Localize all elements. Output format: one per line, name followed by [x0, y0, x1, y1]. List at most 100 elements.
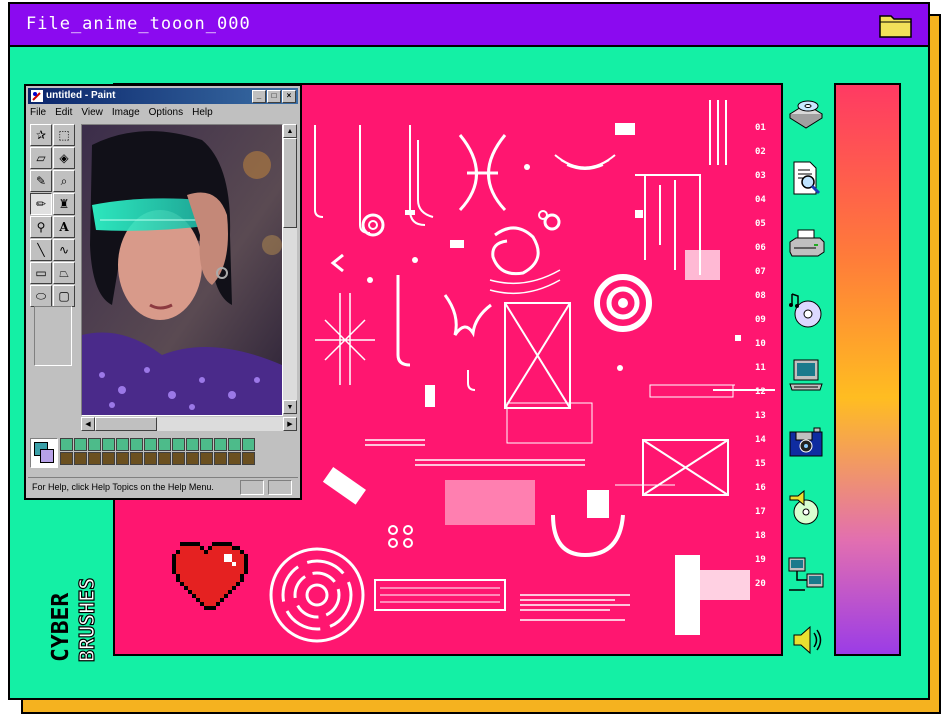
- status-cell-size: [268, 480, 292, 495]
- menu-bar: File Edit View Image Options Help: [30, 107, 213, 118]
- line-tool[interactable]: ╲: [30, 239, 52, 261]
- horizontal-scroll-thumb[interactable]: [95, 417, 157, 431]
- palette-swatch[interactable]: [172, 452, 185, 465]
- palette-swatch[interactable]: [186, 438, 199, 451]
- text-tool[interactable]: A: [53, 216, 75, 238]
- ruler-number: 20: [755, 579, 766, 589]
- vertical-scroll-thumb[interactable]: [283, 138, 297, 228]
- ruler-number: 01: [755, 123, 766, 133]
- palette-swatch[interactable]: [60, 438, 73, 451]
- number-ruler: 01 02 03 04 05 06 07 08 09 10 11 12 13 14 15 16 17 18 19 20: [755, 123, 781, 603]
- free-select-tool[interactable]: ✰: [30, 124, 52, 146]
- palette-swatch[interactable]: [74, 438, 87, 451]
- scroll-up-button[interactable]: ▲: [283, 124, 297, 138]
- menu-options[interactable]: Options: [149, 107, 183, 118]
- palette-swatch[interactable]: [102, 438, 115, 451]
- rect-select-tool[interactable]: ⬚: [53, 124, 75, 146]
- palette-swatch[interactable]: [242, 452, 255, 465]
- palette-swatch[interactable]: [214, 438, 227, 451]
- magnifier-tool[interactable]: ⌕: [53, 170, 75, 192]
- rounded-rect-tool[interactable]: ▢: [53, 285, 75, 307]
- tool-options-box[interactable]: [34, 306, 72, 366]
- brush-fan: [554, 154, 616, 170]
- palette-swatch[interactable]: [242, 438, 255, 451]
- camera-floppy-icon[interactable]: [786, 422, 826, 462]
- computer-icon[interactable]: [786, 356, 826, 396]
- palette-swatch[interactable]: [88, 438, 101, 451]
- brush-flame: [443, 294, 492, 338]
- eraser-tool[interactable]: ▱: [30, 147, 52, 169]
- brush-x: [458, 134, 507, 212]
- brush-arc: [551, 514, 625, 558]
- curve-tool[interactable]: ∿: [53, 239, 75, 261]
- ellipse-tool[interactable]: ⬭: [30, 285, 52, 307]
- document-search-icon[interactable]: [786, 158, 826, 198]
- palette-swatch[interactable]: [74, 452, 87, 465]
- speaker-icon[interactable]: [786, 620, 826, 660]
- folder-icon[interactable]: [878, 10, 914, 40]
- brush-solids: [322, 123, 750, 635]
- maximize-button[interactable]: □: [267, 90, 281, 103]
- ruler-number: 19: [755, 555, 766, 565]
- palette-swatch[interactable]: [172, 438, 185, 451]
- close-button[interactable]: ×: [282, 90, 296, 103]
- cd-speaker-icon[interactable]: [786, 488, 826, 528]
- palette-swatch[interactable]: [214, 452, 227, 465]
- network-icon[interactable]: [786, 554, 826, 594]
- horizontal-scrollbar[interactable]: ◀ ▶: [81, 417, 297, 431]
- scroll-right-button[interactable]: ▶: [283, 417, 297, 431]
- palette-swatch[interactable]: [144, 438, 157, 451]
- palette-swatch[interactable]: [130, 452, 143, 465]
- menu-help[interactable]: Help: [192, 107, 213, 118]
- pencil-tool[interactable]: ✏: [30, 193, 52, 215]
- current-color-box[interactable]: [30, 438, 58, 468]
- scroll-down-button[interactable]: ▼: [283, 400, 297, 414]
- palette-swatch[interactable]: [186, 452, 199, 465]
- brush-line-4: [417, 140, 434, 218]
- scroll-left-button[interactable]: ◀: [81, 417, 95, 431]
- menu-view[interactable]: View: [81, 107, 103, 118]
- palette-swatch[interactable]: [116, 452, 129, 465]
- music-cd-icon[interactable]: [786, 290, 826, 330]
- canvas-photo[interactable]: [81, 124, 283, 416]
- pixel-heart: [172, 542, 248, 610]
- palette-swatch[interactable]: [116, 438, 129, 451]
- ruler-number: 11: [755, 363, 766, 373]
- fill-tool[interactable]: ◈: [53, 147, 75, 169]
- palette-swatch[interactable]: [158, 452, 171, 465]
- palette-swatch[interactable]: [158, 438, 171, 451]
- palette-swatch[interactable]: [88, 452, 101, 465]
- ruler-number: 08: [755, 291, 766, 301]
- rectangle-tool[interactable]: ▭: [30, 262, 52, 284]
- logo-line-2: BRUSHES: [75, 578, 96, 662]
- airbrush-tool[interactable]: ⚲: [30, 216, 52, 238]
- palette-swatch[interactable]: [144, 452, 157, 465]
- brush-tool[interactable]: ♜: [53, 193, 75, 215]
- palette-swatch[interactable]: [60, 452, 73, 465]
- vertical-scrollbar[interactable]: ▲ ▼: [283, 124, 297, 414]
- palette-swatch[interactable]: [102, 452, 115, 465]
- palette-swatch[interactable]: [228, 452, 241, 465]
- color-picker-tool[interactable]: ✎: [30, 170, 52, 192]
- window-controls: _ □ ×: [252, 90, 296, 103]
- ruler-number: 16: [755, 483, 766, 493]
- printer-icon[interactable]: [786, 224, 826, 264]
- menu-edit[interactable]: Edit: [55, 107, 72, 118]
- ruler-number: 12: [755, 387, 766, 397]
- menu-file[interactable]: File: [30, 107, 46, 118]
- menu-image[interactable]: Image: [112, 107, 140, 118]
- palette-swatch[interactable]: [200, 452, 213, 465]
- cd-drive-icon[interactable]: [786, 92, 826, 132]
- brush-ring-small: [361, 213, 385, 237]
- palette-swatch[interactable]: [200, 438, 213, 451]
- paint-app-icon: [31, 90, 43, 102]
- polygon-tool[interactable]: ⏢: [53, 262, 75, 284]
- title-bar[interactable]: File_anime_tooon_000: [10, 4, 928, 47]
- palette-swatch[interactable]: [130, 438, 143, 451]
- minimize-button[interactable]: _: [252, 90, 266, 103]
- ruler-number: 07: [755, 267, 766, 277]
- paint-title-bar[interactable]: untitled - Paint _ □ ×: [28, 88, 298, 104]
- paint-title: untitled - Paint: [46, 90, 116, 101]
- palette-swatch[interactable]: [228, 438, 241, 451]
- logo-line-1: CYBER: [48, 593, 74, 662]
